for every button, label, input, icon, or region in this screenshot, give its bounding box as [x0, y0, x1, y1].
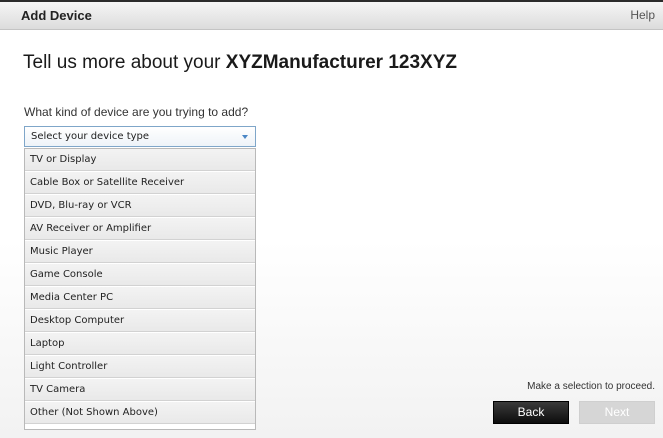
selection-hint: Make a selection to proceed. [527, 381, 655, 392]
page-title-device: XYZManufacturer 123XYZ [225, 52, 458, 73]
page-title-prefix: Tell us more about your [23, 52, 226, 73]
device-option-other[interactable]: Other (Not Shown Above) [25, 402, 255, 424]
device-option-light-controller[interactable]: Light Controller [25, 356, 255, 378]
device-type-dropdown-list: TV or Display Cable Box or Satellite Rec… [24, 148, 256, 430]
chevron-down-icon [242, 135, 248, 139]
title-bar: Add Device Help [0, 0, 663, 30]
device-type-question: What kind of device are you trying to ad… [24, 105, 249, 119]
device-option-tv-camera[interactable]: TV Camera [25, 379, 255, 401]
device-option-music-player[interactable]: Music Player [25, 241, 255, 263]
next-button[interactable]: Next [579, 401, 655, 424]
device-type-select[interactable]: Select your device type [24, 126, 256, 147]
device-type-select-value: Select your device type [31, 131, 150, 142]
add-device-window: Add Device Help Tell us more about your … [0, 0, 663, 438]
device-option-desktop-computer[interactable]: Desktop Computer [25, 310, 255, 332]
device-option-cable-box[interactable]: Cable Box or Satellite Receiver [25, 172, 255, 194]
device-option-dvd-bluray-vcr[interactable]: DVD, Blu-ray or VCR [25, 195, 255, 217]
window-title: Add Device [21, 8, 92, 23]
device-option-tv-or-display[interactable]: TV or Display [25, 149, 255, 171]
page-title: Tell us more about your XYZManufacturer … [23, 52, 457, 74]
device-option-game-console[interactable]: Game Console [25, 264, 255, 286]
device-option-av-receiver[interactable]: AV Receiver or Amplifier [25, 218, 255, 240]
device-option-media-center-pc[interactable]: Media Center PC [25, 287, 255, 309]
back-button[interactable]: Back [493, 401, 569, 424]
device-option-laptop[interactable]: Laptop [25, 333, 255, 355]
help-link[interactable]: Help [630, 8, 655, 22]
